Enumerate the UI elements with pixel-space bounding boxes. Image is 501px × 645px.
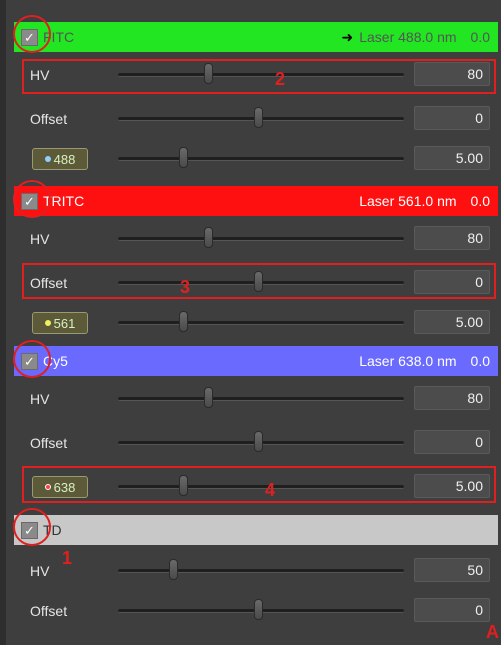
laser-label: Laser 561.0 nm [359, 193, 457, 209]
hv-slider-thumb[interactable] [204, 227, 213, 248]
hv-slider-track[interactable] [118, 397, 404, 401]
circle-dot-icon [44, 320, 51, 326]
annotation-box [22, 466, 496, 503]
left-border [0, 0, 6, 645]
offset-row-fitc: Offset 0 [14, 102, 498, 134]
hv-value-field[interactable]: 80 [414, 226, 490, 250]
channel-header-td[interactable]: ✓ TD [14, 515, 498, 545]
channel-name: FITC [43, 29, 75, 45]
offset-value-field[interactable]: 0 [414, 106, 490, 130]
offset-value-field[interactable]: 0 [414, 598, 490, 622]
offset-row-cy5: Offset 0 [14, 426, 498, 458]
hv-row-cy5: HV 80 [14, 382, 498, 414]
offset-slider-thumb[interactable] [254, 107, 263, 128]
hv-label: HV [30, 563, 50, 579]
hv-row-tritc: HV 80 [14, 222, 498, 254]
annotation-number-4: 4 [265, 480, 276, 500]
detector-panel: ✓ FITC ➜ Laser 488.0 nm 0.0 HV 80 Offset… [0, 0, 501, 645]
laser-label: Laser 488.0 nm [359, 29, 457, 45]
hv-slider-track[interactable] [118, 237, 404, 241]
channel-name: Cy5 [43, 353, 68, 369]
laser-value-field[interactable]: 5.00 [414, 146, 490, 170]
laser-power: 0.0 [470, 29, 490, 45]
offset-value-field[interactable]: 0 [414, 430, 490, 454]
offset-slider-thumb[interactable] [254, 599, 263, 620]
laser-power: 0.0 [470, 353, 490, 369]
channel-header-fitc[interactable]: ✓ FITC ➜ Laser 488.0 nm 0.0 [14, 22, 498, 52]
channel-header-tritc[interactable]: ✓ TRITC Laser 561.0 nm 0.0 [14, 186, 498, 216]
annotation-box [22, 263, 496, 299]
channel-header-cy5[interactable]: ✓ Cy5 Laser 638.0 nm 0.0 [14, 346, 498, 376]
offset-label: Offset [30, 603, 68, 619]
laser-power: 0.0 [470, 193, 490, 209]
laser-row-tritc: 561 5.00 [14, 306, 498, 338]
hv-label: HV [30, 391, 50, 407]
laser-slider-thumb[interactable] [179, 147, 188, 168]
annotation-box [22, 59, 496, 94]
circle-dot-icon [44, 156, 51, 162]
arrow-right-icon: ➜ [341, 28, 354, 45]
annotation-number-3: 3 [180, 277, 191, 297]
laser-button-label: 488 [53, 151, 76, 167]
annotation-circle [13, 340, 51, 378]
annotation-corner-letter: A [486, 622, 499, 642]
annotation-circle [13, 15, 51, 53]
laser-slider-track[interactable] [118, 157, 404, 161]
laser-488-button[interactable]: 488 [32, 148, 88, 170]
offset-slider-thumb[interactable] [254, 431, 263, 452]
laser-slider-thumb[interactable] [179, 311, 188, 332]
laser-561-button[interactable]: 561 [32, 312, 88, 334]
channel-name: TRITC [43, 193, 85, 209]
annotation-circle [13, 180, 51, 218]
laser-button-label: 561 [53, 315, 76, 331]
hv-slider-track[interactable] [118, 569, 404, 573]
hv-slider-thumb[interactable] [169, 559, 178, 580]
hv-row-td: HV 50 [14, 554, 498, 586]
annotation-number-1: 1 [62, 548, 73, 568]
laser-row-fitc: 488 5.00 [14, 142, 498, 174]
offset-label: Offset [30, 111, 68, 127]
offset-row-td: Offset 0 [14, 594, 498, 626]
annotation-circle [13, 508, 51, 546]
laser-slider-track[interactable] [118, 321, 404, 325]
offset-label: Offset [30, 435, 68, 451]
annotation-number-2: 2 [275, 69, 286, 89]
laser-label: Laser 638.0 nm [359, 353, 457, 369]
hv-value-field[interactable]: 80 [414, 386, 490, 410]
hv-label: HV [30, 231, 50, 247]
laser-value-field[interactable]: 5.00 [414, 310, 490, 334]
hv-value-field[interactable]: 50 [414, 558, 490, 582]
channel-name: TD [43, 522, 62, 538]
hv-slider-thumb[interactable] [204, 387, 213, 408]
